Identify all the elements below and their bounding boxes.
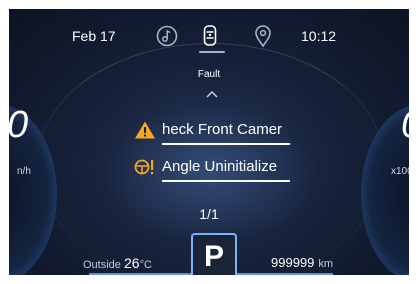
clock-display: 10:12 <box>301 28 337 44</box>
rpm-unit: x1000 <box>391 166 409 177</box>
odometer-value: 999999 <box>271 255 315 270</box>
rpm-gauge: 0 x1000 <box>361 104 409 275</box>
alert-underline <box>162 180 290 182</box>
bottom-divider <box>89 273 191 275</box>
fault-alert-item[interactable]: Angle Uninitialize <box>134 155 304 182</box>
outside-temp-value: 26 <box>123 255 140 271</box>
car-icon[interactable] <box>197 23 223 49</box>
fault-alert-text: Angle Uninitialize <box>162 158 278 175</box>
speed-value: 0 <box>9 104 29 146</box>
fault-alert-item[interactable]: heck Front Camer <box>134 118 304 145</box>
outside-label: Outside <box>83 259 121 271</box>
rpm-value: 0 <box>401 104 409 147</box>
fault-alert-text: heck Front Camer <box>162 121 283 138</box>
cluster-display: 0 n/h 0 x1000 Feb 17 10:12 Fault heck Fr… <box>9 9 409 275</box>
gear-indicator: P <box>191 233 237 275</box>
music-icon[interactable] <box>154 23 180 49</box>
outside-temp-unit: °C <box>139 259 152 271</box>
steering-warning-icon <box>134 159 154 175</box>
odometer: 999999 km <box>271 255 333 270</box>
location-pin-icon[interactable] <box>250 23 276 49</box>
date-display: Feb 17 <box>72 28 116 44</box>
alert-underline <box>162 143 290 145</box>
speed-gauge: 0 n/h <box>9 104 57 275</box>
chevron-up-icon[interactable] <box>205 89 219 99</box>
outside-temperature: Outside 26°C <box>83 255 152 271</box>
fault-title: Fault <box>197 69 221 80</box>
speed-unit: n/h <box>17 166 31 177</box>
page-indicator: 1/1 <box>199 206 219 222</box>
odometer-unit: km <box>318 258 334 270</box>
bottom-divider <box>233 273 333 275</box>
active-tab-indicator <box>199 51 225 53</box>
warning-triangle-icon <box>135 121 155 139</box>
